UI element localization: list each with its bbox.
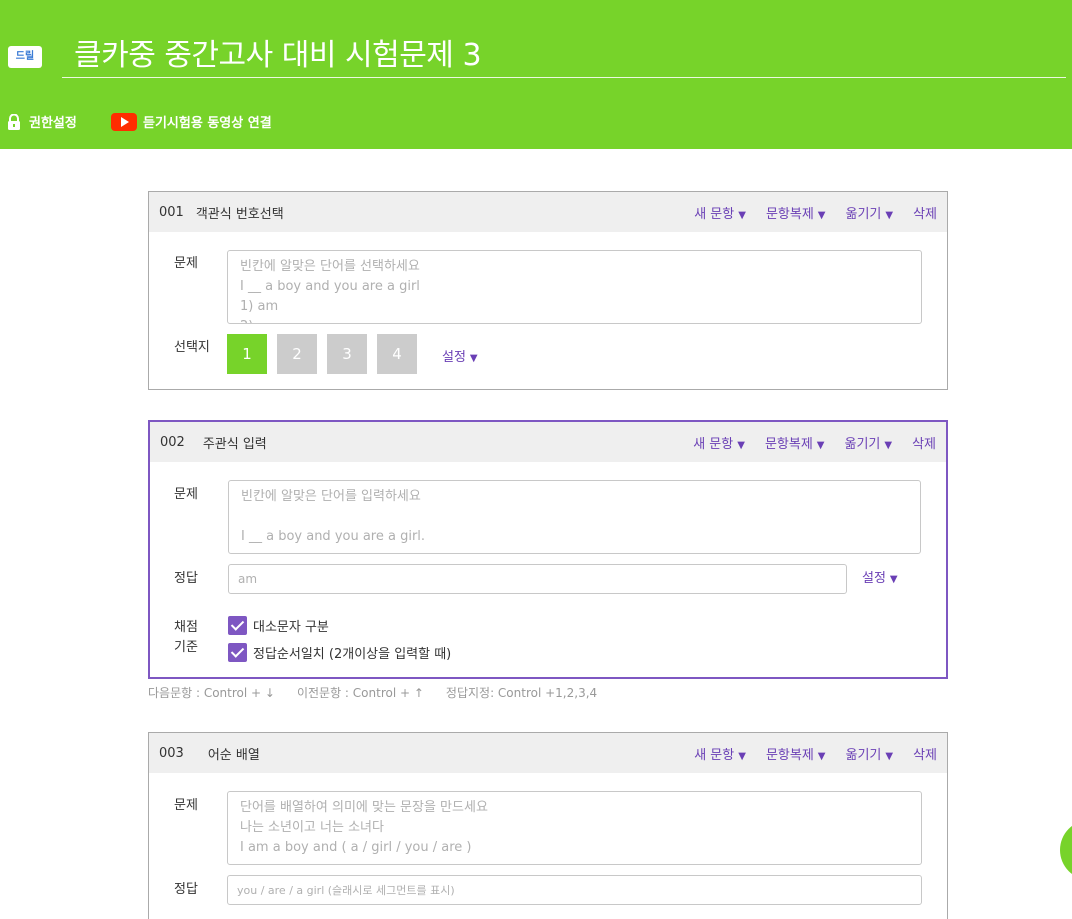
question-actions: 새 문항 ▼ 문항복제 ▼ 옮기기 ▼ 삭제 [673,422,936,462]
question-card-002[interactable]: 002 주관식 입력 새 문항 ▼ 문항복제 ▼ 옮기기 ▼ 삭제 문제 빈칸에 알맞… [148,420,948,679]
delete-button[interactable]: 삭제 [913,744,937,763]
answer-order-option[interactable]: 정답순서일치 (2개이상을 입력할 때) [228,643,451,662]
choice-button-2[interactable]: 2 [277,334,317,374]
grading-label: 채점 [174,620,198,635]
video-connect-link[interactable]: 듣기시험용 동영상 연결 [111,112,272,131]
shortcut-hints: 다음문항 : Control + ↓ 이전문항 : Control + ↑ 정답… [148,684,619,701]
delete-button[interactable]: 삭제 [912,433,936,452]
question-actions: 새 문항 ▼ 문항복제 ▼ 옮기기 ▼ 삭제 [674,733,937,773]
choice-button-3[interactable]: 3 [327,334,367,374]
lock-icon [8,113,20,130]
question-label: 문제 [174,487,198,502]
move-button[interactable]: 옮기기 ▼ [844,433,892,452]
checkbox-checked[interactable] [228,643,247,662]
duplicate-button[interactable]: 문항복제 ▼ [765,433,825,452]
question-header: 001 객관식 번호선택 새 문항 ▼ 문항복제 ▼ 옮기기 ▼ 삭제 [149,192,947,232]
caret-down-icon: ▼ [885,209,894,221]
question-number: 003 [159,745,184,761]
grading-label-2: 기준 [174,640,198,655]
question-type: 주관식 입력 [202,436,267,452]
answer-label: 정답 [174,882,198,897]
question-label: 문제 [174,798,198,813]
question-header: 003 어순 배열 새 문항 ▼ 문항복제 ▼ 옮기기 ▼ 삭제 [149,733,947,773]
new-question-button[interactable]: 새 문항 ▼ [694,203,746,222]
drill-badge: 드릴 [8,46,42,68]
youtube-icon [111,112,137,131]
question-card-001[interactable]: 001 객관식 번호선택 새 문항 ▼ 문항복제 ▼ 옮기기 ▼ 삭제 문제 빈칸에 … [148,191,948,390]
question-type: 어순 배열 [207,747,260,763]
question-textarea[interactable]: 단어를 배열하여 의미에 맞는 문장을 만드세요 나는 소년이고 너는 소녀다 … [227,791,922,865]
duplicate-button[interactable]: 문항복제 ▼ [766,744,826,763]
caret-down-icon: ▼ [889,574,898,585]
caret-down-icon: ▼ [737,439,745,451]
caret-down-icon: ▼ [885,750,894,762]
caret-down-icon: ▼ [816,439,825,451]
permission-settings-label: 권한설정 [29,116,77,131]
caret-down-icon: ▼ [817,209,826,221]
choice-button-1[interactable]: 1 [227,334,267,374]
caret-down-icon: ▼ [884,439,893,451]
title-underline [62,77,1066,78]
permission-settings-link[interactable]: 권한설정 [7,112,77,131]
question-number: 001 [159,204,184,220]
next-question-shortcut: 다음문항 : Control + ↓ [148,686,275,700]
page-title[interactable]: 클카중 중간고사 대비 시험문제 3 [74,30,482,74]
question-header: 002 주관식 입력 새 문항 ▼ 문항복제 ▼ 옮기기 ▼ 삭제 [150,422,946,462]
move-button[interactable]: 옮기기 ▼ [845,203,893,222]
floating-action-button[interactable] [1060,820,1072,880]
new-question-button[interactable]: 새 문항 ▼ [694,744,746,763]
caret-down-icon: ▼ [469,353,478,364]
choice-settings-button[interactable]: 설정 ▼ [442,346,478,365]
question-type: 객관식 번호선택 [195,206,284,222]
answer-shortcut: 정답지정: Control +1,2,3,4 [445,686,598,700]
prev-question-shortcut: 이전문항 : Control + ↑ [296,686,424,700]
app-header: 드릴 클카중 중간고사 대비 시험문제 3 권한설정 듣기시험용 동영상 연결 [0,0,1072,149]
question-label: 문제 [174,256,198,271]
move-button[interactable]: 옮기기 ▼ [845,744,893,763]
choices-label: 선택지 [174,340,210,355]
case-sensitive-option[interactable]: 대소문자 구분 [228,616,329,635]
caret-down-icon: ▼ [738,750,746,762]
question-number: 002 [160,434,185,450]
answer-settings-button[interactable]: 설정 ▼ [862,567,898,586]
question-textarea[interactable]: 빈칸에 알맞은 단어를 입력하세요 I __ a boy and you are… [228,480,921,554]
question-card-003[interactable]: 003 어순 배열 새 문항 ▼ 문항복제 ▼ 옮기기 ▼ 삭제 문제 단어를 배열하… [148,732,948,919]
answer-input[interactable] [227,875,922,905]
checkbox-checked[interactable] [228,616,247,635]
duplicate-button[interactable]: 문항복제 ▼ [766,203,826,222]
delete-button[interactable]: 삭제 [913,203,937,222]
caret-down-icon: ▼ [817,750,826,762]
question-actions: 새 문항 ▼ 문항복제 ▼ 옮기기 ▼ 삭제 [674,192,937,232]
answer-input[interactable] [228,564,847,594]
new-question-button[interactable]: 새 문항 ▼ [693,433,745,452]
choice-button-4[interactable]: 4 [377,334,417,374]
answer-label: 정답 [174,571,198,586]
video-connect-label: 듣기시험용 동영상 연결 [143,116,272,131]
question-textarea[interactable]: 빈칸에 알맞은 단어를 선택하세요 I __ a boy and you are… [227,250,922,324]
caret-down-icon: ▼ [738,209,746,221]
